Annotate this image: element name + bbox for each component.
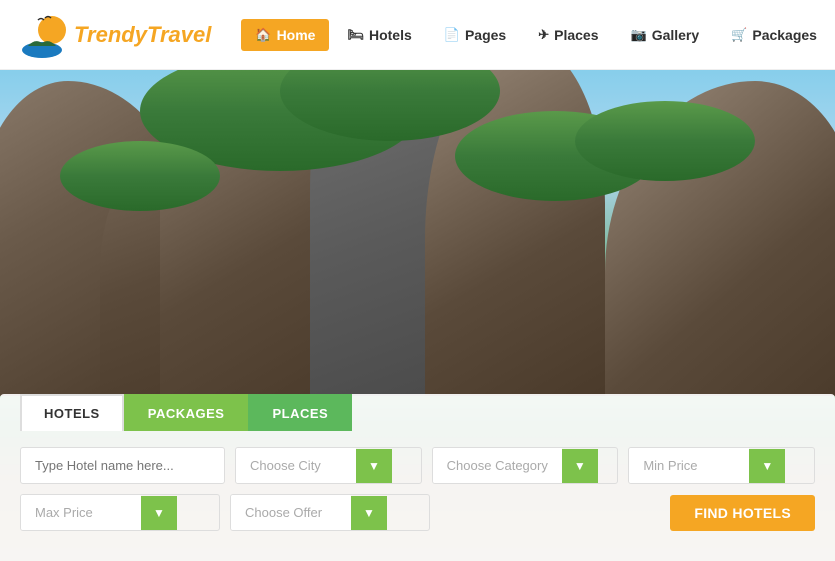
nav-item-pages[interactable]: 📄 Pages	[430, 19, 520, 51]
offer-chevron-down-icon: ▼	[363, 506, 375, 520]
offer-dropdown-button[interactable]: ▼	[351, 496, 387, 530]
category-dropdown[interactable]: Choose Category ▼	[432, 447, 619, 484]
search-row-2: Max Price ▼ Choose Offer ▼ FIND HOTELS	[20, 494, 815, 531]
city-dropdown-button[interactable]: ▼	[356, 449, 392, 483]
places-icon: ✈	[538, 27, 549, 43]
packages-icon: 🛒	[731, 27, 747, 43]
main-nav: 🏠 Home 🛏 Hotels 📄 Pages ✈ Places 📷 Galle…	[241, 19, 835, 51]
nav-item-places[interactable]: ✈ Places	[524, 19, 612, 51]
max-price-chevron-down-icon: ▼	[153, 506, 165, 520]
header: TrendyTravel 🏠 Home 🛏 Hotels 📄 Pages ✈ P…	[0, 0, 835, 70]
offer-dropdown[interactable]: Choose Offer ▼	[230, 494, 430, 531]
category-dropdown-button[interactable]: ▼	[562, 449, 598, 483]
city-dropdown-label: Choose City	[236, 448, 356, 483]
nav-item-home[interactable]: 🏠 Home	[241, 19, 329, 51]
tab-places[interactable]: PLACES	[248, 394, 352, 431]
nav-item-hotels[interactable]: 🛏 Hotels	[333, 19, 425, 51]
category-dropdown-label: Choose Category	[433, 448, 562, 483]
search-tabs: HOTELS PACKAGES PLACES	[20, 394, 815, 431]
foliage-5	[575, 101, 755, 181]
logo: TrendyTravel	[20, 8, 211, 62]
find-hotels-button[interactable]: FIND HOTELS	[670, 495, 815, 531]
min-price-dropdown[interactable]: Min Price ▼	[628, 447, 815, 484]
hotels-icon: 🛏	[347, 27, 364, 43]
max-price-dropdown-button[interactable]: ▼	[141, 496, 177, 530]
offer-dropdown-label: Choose Offer	[231, 495, 351, 530]
foliage-4	[60, 141, 220, 211]
logo-icon	[20, 8, 74, 62]
tab-packages[interactable]: PACKAGES	[124, 394, 249, 431]
city-chevron-down-icon: ▼	[368, 459, 380, 473]
nav-item-gallery[interactable]: 📷 Gallery	[617, 19, 714, 51]
search-row-1: Choose City ▼ Choose Category ▼ Min Pric…	[20, 447, 815, 484]
min-price-dropdown-button[interactable]: ▼	[749, 449, 785, 483]
hero: HOTELS PACKAGES PLACES Choose City ▼ Cho…	[0, 70, 835, 561]
category-chevron-down-icon: ▼	[574, 459, 586, 473]
logo-text: TrendyTravel	[74, 22, 211, 48]
pages-icon: 📄	[444, 27, 460, 43]
nav-item-packages[interactable]: 🛒 Packages	[717, 19, 831, 51]
search-box: HOTELS PACKAGES PLACES Choose City ▼ Cho…	[0, 394, 835, 561]
tab-hotels[interactable]: HOTELS	[20, 394, 124, 431]
hotel-name-input[interactable]	[20, 447, 225, 484]
min-price-chevron-down-icon: ▼	[761, 459, 773, 473]
gallery-icon: 📷	[631, 27, 647, 43]
city-dropdown[interactable]: Choose City ▼	[235, 447, 422, 484]
home-icon: 🏠	[255, 27, 271, 43]
max-price-dropdown-label: Max Price	[21, 495, 141, 530]
max-price-dropdown[interactable]: Max Price ▼	[20, 494, 220, 531]
min-price-dropdown-label: Min Price	[629, 448, 749, 483]
